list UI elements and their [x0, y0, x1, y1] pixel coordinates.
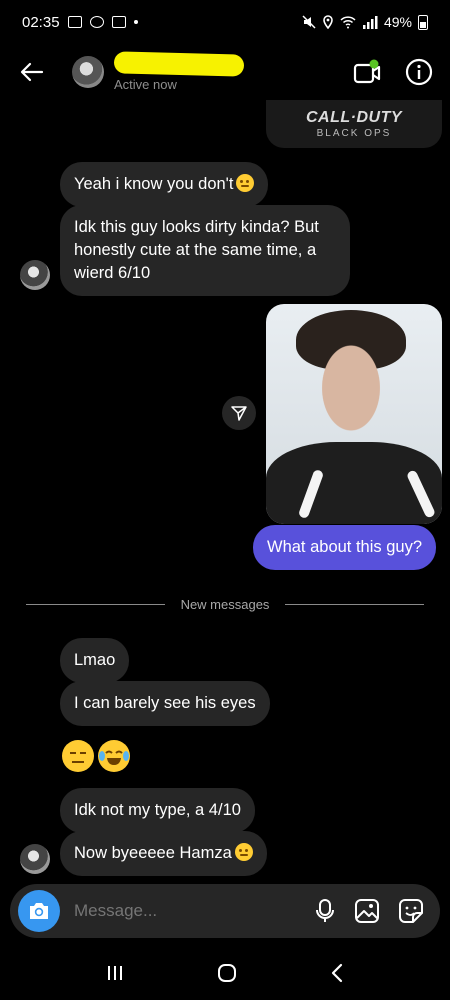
share-button[interactable] — [222, 396, 256, 430]
system-back-icon[interactable] — [329, 963, 345, 983]
mute-icon — [302, 15, 316, 29]
message-input[interactable] — [74, 901, 314, 921]
microphone-icon[interactable] — [314, 898, 336, 924]
header-actions — [352, 57, 434, 87]
wifi-icon — [340, 15, 356, 28]
recent-apps-icon[interactable] — [105, 963, 125, 983]
message-thread[interactable]: CALL·DUTY BLACK OPS Yeah i know you don'… — [0, 100, 450, 880]
photo-face — [306, 322, 396, 432]
incoming-message[interactable]: Idk this guy looks dirty kinda? But hone… — [60, 205, 350, 296]
location-icon — [323, 15, 333, 29]
system-navigation-bar — [0, 946, 450, 1000]
incoming-message[interactable]: Idk not my type, a 4/10 — [60, 788, 255, 833]
sticker-icon[interactable] — [398, 898, 424, 924]
outgoing-message[interactable]: What about this guy? — [253, 525, 437, 570]
message-text: Lmao — [74, 651, 116, 669]
emoji-message[interactable] — [62, 740, 130, 772]
contact-avatar[interactable] — [72, 56, 104, 88]
gallery-notification-icon — [67, 16, 82, 28]
flushed-face-emoji-icon — [236, 174, 255, 192]
gallery-icon[interactable] — [354, 898, 380, 924]
incoming-message[interactable]: Yeah i know you don't — [60, 162, 269, 207]
message-text: Now byeeeee Hamza — [74, 844, 232, 862]
shared-post-subtitle: BLACK OPS — [316, 128, 392, 139]
incoming-message[interactable]: I can barely see his eyes — [60, 681, 270, 726]
info-icon — [405, 58, 433, 86]
active-status: Active now — [114, 76, 177, 92]
sender-avatar[interactable] — [20, 260, 50, 290]
sender-avatar[interactable] — [20, 844, 50, 874]
message-text: I can barely see his eyes — [74, 694, 256, 712]
ads-notification-icon — [111, 16, 126, 28]
home-icon[interactable] — [216, 962, 238, 984]
battery-icon — [418, 14, 428, 30]
status-right: 49% — [302, 14, 428, 30]
composer-actions — [314, 898, 424, 924]
chat-header: Active now — [0, 44, 450, 100]
new-messages-divider: New messages — [26, 594, 424, 614]
divider-line — [285, 603, 424, 605]
signal-icon — [362, 15, 378, 29]
tears-of-joy-emoji-icon — [98, 740, 130, 772]
expressionless-face-emoji-icon — [62, 740, 94, 772]
camera-icon — [30, 903, 48, 919]
send-icon — [231, 406, 247, 421]
contact-name-redacted — [113, 50, 245, 77]
back-button[interactable] — [16, 56, 48, 88]
more-notifications-icon — [133, 20, 138, 24]
battery-percent: 49% — [383, 14, 412, 30]
chat-notification-icon — [89, 16, 104, 28]
status-bar: 02:35 49% — [0, 0, 450, 44]
status-time: 02:35 — [22, 13, 60, 31]
contact-info[interactable]: Active now — [113, 50, 245, 92]
status-left: 02:35 — [22, 14, 138, 31]
message-composer — [10, 884, 440, 938]
camera-button[interactable] — [18, 890, 60, 932]
incoming-message[interactable]: Lmao — [60, 638, 130, 683]
message-text: Idk not my type, a 4/10 — [74, 801, 241, 819]
yawning-face-emoji-icon — [234, 843, 253, 861]
shared-post-title: CALL·DUTY — [305, 109, 403, 126]
message-text: What about this guy? — [267, 538, 423, 556]
info-button[interactable] — [404, 57, 434, 87]
video-call-button[interactable] — [352, 57, 382, 87]
message-text: Idk this guy looks dirty kinda? But hone… — [74, 218, 319, 282]
message-text: Yeah i know you don't — [74, 175, 234, 193]
shared-post-preview[interactable]: CALL·DUTY BLACK OPS — [266, 100, 442, 148]
incoming-message[interactable]: Now byeeeee Hamza — [60, 831, 267, 876]
divider-line — [26, 603, 165, 605]
video-call-icon — [353, 59, 381, 84]
back-arrow-icon — [20, 62, 44, 82]
shared-photo[interactable] — [266, 304, 442, 524]
divider-label: New messages — [180, 596, 270, 612]
